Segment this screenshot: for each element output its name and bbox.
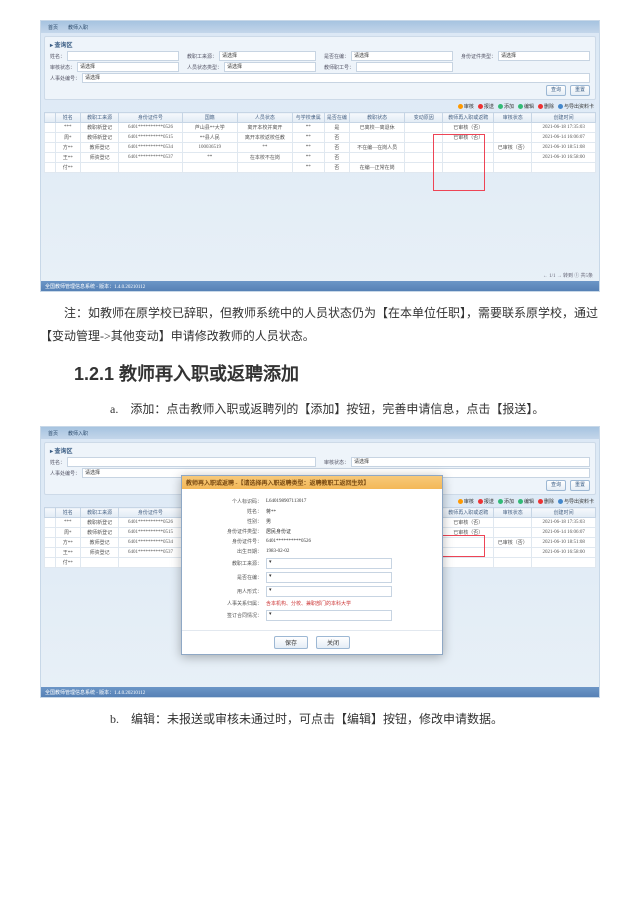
table-row[interactable]: 周*教师新登记6401**********0515**县人民离开本校返校任教**… <box>45 133 596 143</box>
search-panel-title-2: ▸ 查询区 <box>50 446 590 455</box>
input-staff-no[interactable] <box>356 62 453 72</box>
tab-home-2[interactable]: 首页 <box>45 430 61 437</box>
note-paragraph: 注：如教师在原学校已辞职，但教师系统中的人员状态仍为【在本单位任职】，需要联系原… <box>40 302 600 348</box>
tabbar: 首页 教师入职 <box>41 21 599 33</box>
add-icon <box>498 104 503 109</box>
inp-onstaff[interactable]: ▾ <box>266 572 392 583</box>
del-icon <box>538 104 543 109</box>
table-row[interactable]: 付****否在编—正常在岗 <box>45 163 596 173</box>
rehire-modal: 教师再入职或返聘 -【请选择再入职返聘类型：返聘教职工返回生效】 个人标识码：L… <box>181 475 443 655</box>
review-icon <box>458 104 463 109</box>
tool-more-2[interactable]: 与导出资料卡 <box>558 498 594 505</box>
v-hr-note: 含本机构、分校、兼职部门的本科大学 <box>266 600 351 607</box>
teacher-table: 姓名 教职工来源身份证件号 国籍人员状态 与学校隶属是否在编 教职状态变动原因 … <box>44 112 596 173</box>
label-onstaff: 是否在编： <box>324 53 349 60</box>
inp-employ-form[interactable]: ▾ <box>266 586 392 597</box>
submit-icon <box>478 104 483 109</box>
close-button[interactable]: 关闭 <box>316 636 350 649</box>
tab-teacher-entry[interactable]: 教师入职 <box>65 24 91 31</box>
label-source: 教职工来源： <box>187 53 217 60</box>
reset-button-2[interactable]: 重置 <box>570 480 590 491</box>
select-source[interactable]: 请选择 <box>219 51 316 61</box>
select-hr-no[interactable]: 请选择 <box>82 73 590 83</box>
tab-home[interactable]: 首页 <box>45 24 61 31</box>
v-id-code: L640198907113017 <box>266 499 306 504</box>
tool-add-2[interactable]: 添加 <box>498 498 514 505</box>
export-icon <box>558 104 563 109</box>
screenshot-teacher-list: 首页 教师入职 ▸ 查询区 姓名： 教职工来源：请选择 是否在编：请选择 身份证… <box>40 20 600 292</box>
tool-submit[interactable]: 报送 <box>478 103 494 110</box>
table-header-row: 姓名 教职工来源身份证件号 国籍人员状态 与学校隶属是否在编 教职状态变动原因 … <box>45 113 596 123</box>
footer-bar: 全国教师管理信息系统 - 版本：1.4.0.20210112 <box>41 281 599 291</box>
modal-title: 教师再入职或返聘 -【请选择再入职返聘类型：返聘教职工返回生效】 <box>182 476 442 489</box>
tab-teacher-entry-2[interactable]: 教师入职 <box>65 430 91 437</box>
search-panel-title: ▸ 查询区 <box>50 40 590 49</box>
edit-icon <box>518 104 523 109</box>
tool-add[interactable]: 添加 <box>498 103 514 110</box>
label-name: 姓名： <box>50 53 65 60</box>
pager[interactable]: ← 1/1 → 转到 ① 共5条 <box>543 272 593 279</box>
inp-contract[interactable]: ▾ <box>266 610 392 621</box>
tool-submit-2[interactable]: 报送 <box>478 498 494 505</box>
label-audit: 审核状态： <box>50 64 75 71</box>
tool-review-2[interactable]: 审核 <box>458 498 474 505</box>
search-panel: ▸ 查询区 姓名： 教职工来源：请选择 是否在编：请选择 身份证件类型：请选择 … <box>44 36 596 100</box>
select-onstaff[interactable]: 请选择 <box>351 51 453 61</box>
list-item-b: b. 编辑：未报送或审核未通过时，可点击【编辑】按钮，修改申请数据。 <box>110 708 600 731</box>
label-hr-no: 人事处编号： <box>50 75 80 82</box>
inp-source[interactable]: ▾ <box>266 558 392 569</box>
tool-del-2[interactable]: 删除 <box>538 498 554 505</box>
select-status-type[interactable]: 请选择 <box>224 62 316 72</box>
select-idtype[interactable]: 请选择 <box>498 51 590 61</box>
tool-more[interactable]: 与导出资料卡 <box>558 103 594 110</box>
v-gender: 男 <box>266 518 271 525</box>
table-row[interactable]: 方**教师登记6401**********0534100036519****否不… <box>45 143 596 153</box>
v-name: 蒋** <box>266 508 276 515</box>
footer-bar-2: 全国教师管理信息系统 - 版本：1.4.0.20210112 <box>41 687 599 697</box>
tabbar2: 首页 教师入职 <box>41 427 599 439</box>
table-row[interactable]: 王**师资登记6401**********0537**在本校不在岗**否2021… <box>45 153 596 163</box>
list-item-a: a. 添加：点击教师入职或返聘列的【添加】按钮，完善申请信息，点击【报送】。 <box>110 398 600 421</box>
label-status-type: 人员状态类型： <box>187 64 222 71</box>
label-idtype: 身份证件类型： <box>461 53 496 60</box>
screenshot-modal: 首页 教师入职 ▸ 查询区 姓名： 审核状态：请选择 人事处编号：请选择 查询 … <box>40 426 600 698</box>
section-heading: 1.2.1 教师再入职或返聘添加 <box>74 360 600 386</box>
table-row[interactable]: ***教职新登记6401**********0526芦山县**大学离开本校并离开… <box>45 123 596 133</box>
select-audit[interactable]: 请选择 <box>77 62 179 72</box>
query-button-2[interactable]: 查询 <box>546 480 566 491</box>
grid-toolbar: 审核 报送 添加 编辑 删除 与导出资料卡 <box>41 103 599 110</box>
v-docno: 6401**********0526 <box>266 539 311 544</box>
query-button[interactable]: 查询 <box>546 85 566 96</box>
tool-edit-2[interactable]: 编辑 <box>518 498 534 505</box>
reset-button[interactable]: 重置 <box>570 85 590 96</box>
tool-del[interactable]: 删除 <box>538 103 554 110</box>
label-staff-no: 教师职工号： <box>324 64 354 71</box>
tool-edit[interactable]: 编辑 <box>518 103 534 110</box>
save-button[interactable]: 保存 <box>274 636 308 649</box>
v-doctype: 居民身份证 <box>266 528 291 535</box>
tool-review[interactable]: 审核 <box>458 103 474 110</box>
v-dob: 1983-02-02 <box>266 549 289 554</box>
input-name[interactable] <box>67 51 179 61</box>
